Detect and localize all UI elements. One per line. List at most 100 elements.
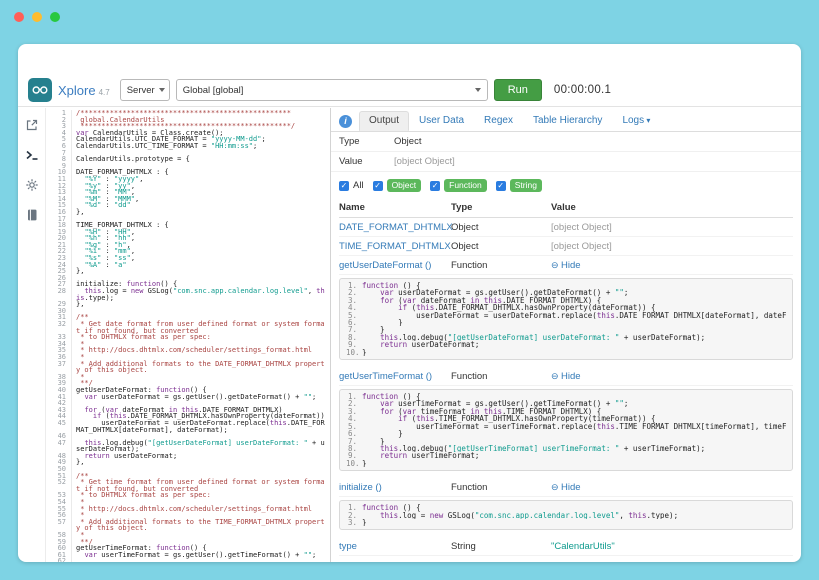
run-button[interactable]: Run — [494, 79, 542, 101]
table-header-row: NameTypeValue — [339, 198, 793, 218]
code-line-text: } — [362, 430, 786, 437]
function-source-block: 1.function () {2. this.log = new GSLog("… — [339, 500, 793, 530]
editor-line-code: this.log = new GSLog("com.snc.app.calend… — [76, 288, 330, 301]
filter-badge: String — [510, 179, 542, 192]
object-name-link[interactable]: getUserTimeFormat () — [339, 371, 432, 382]
tab-output[interactable]: Output — [359, 111, 409, 131]
editor-line-code: CalendarUtils.prototype = { — [76, 156, 330, 163]
side-icon-strip — [18, 108, 46, 562]
code-line: 1.function () { — [346, 282, 786, 289]
editor-line: 45 userDateFormat = userDateFormat.repla… — [46, 420, 330, 433]
editor-line-code: return userDateFormat; — [76, 453, 330, 460]
code-line-text: userDateFormat = userDateFormat.replace(… — [362, 312, 786, 319]
scope-select[interactable]: Global [global] — [176, 79, 488, 101]
object-name-link[interactable]: TIME_FORMAT_DHTMLX — [339, 241, 451, 252]
editor-line: 61 var userTimeFormat = gs.getUser().get… — [46, 552, 330, 559]
code-line: 3.} — [346, 519, 786, 526]
info-icon[interactable]: i — [339, 115, 352, 128]
code-line: 10.} — [346, 460, 786, 467]
editor-line-number: 2 — [46, 117, 72, 124]
filter-object[interactable]: ✓ Object — [373, 179, 422, 192]
checkbox-icon[interactable]: ✓ — [430, 181, 440, 191]
object-name-link[interactable]: type — [339, 541, 357, 552]
gear-icon[interactable] — [25, 178, 39, 192]
editor-line: 41 var userDateFormat = gs.getUser().get… — [46, 394, 330, 401]
function-source-row: 1.function () {2. var userDateFormat = g… — [339, 275, 793, 367]
checkbox-icon[interactable]: ✓ — [373, 181, 383, 191]
editor-line: 33 * to DHTMLX format as per spec: — [46, 334, 330, 341]
column-header-value: Value — [551, 202, 793, 213]
editor-line: 6CalendarUtils.UTC_TIME_FORMAT = "HH:mm:… — [46, 143, 330, 150]
editor-line-number: 47 — [46, 440, 72, 453]
editor-line-code — [76, 466, 330, 473]
terminal-icon[interactable] — [25, 148, 39, 162]
editor-line: 28 this.log = new GSLog("com.snc.app.cal… — [46, 288, 330, 301]
summary-value: [object Object] — [394, 156, 455, 167]
checkbox-icon[interactable]: ✓ — [496, 181, 506, 191]
desktop-background: Xplore 4.7 Server Global [global] Run 00… — [0, 0, 819, 580]
column-header-name: Name — [339, 202, 451, 213]
output-panel: i OutputUser DataRegexTable HierarchyLog… — [331, 108, 801, 562]
main-area: 1/**************************************… — [18, 108, 801, 562]
xplore-logo-icon — [28, 78, 52, 102]
object-name-link[interactable]: DATE_FORMAT_DHTMLX — [339, 222, 453, 233]
code-line: 9. return userDateFormat; — [346, 341, 786, 348]
export-icon[interactable] — [25, 118, 39, 132]
result-type-cell: Function — [451, 260, 551, 271]
result-value-cell: ⊖ Hide — [551, 260, 793, 271]
summary-value: Object — [394, 136, 421, 147]
code-line-text: } — [362, 519, 786, 526]
tab-logs[interactable]: Logs ▾ — [612, 111, 660, 131]
code-line: 2. this.log = new GSLog("com.snc.app.cal… — [346, 512, 786, 519]
zoom-window-button[interactable] — [50, 12, 60, 22]
filter-string[interactable]: ✓ String — [496, 179, 542, 192]
editor-line: 25}, — [46, 268, 330, 275]
editor-line: 8CalendarUtils.prototype = { — [46, 156, 330, 163]
object-name-link[interactable]: initialize () — [339, 482, 382, 493]
filter-function[interactable]: ✓Function — [430, 179, 487, 192]
editor-line-code — [76, 308, 330, 315]
book-icon[interactable] — [25, 208, 39, 222]
code-line: 3. for (var timeFormat in this.TIME_FORM… — [346, 408, 786, 415]
code-line: 8. this.log.debug("[getUserTimeFormat] u… — [346, 445, 786, 452]
editor-line-code: var userDateFormat = gs.getUser().getDat… — [76, 394, 330, 401]
filter-label: All — [353, 180, 364, 191]
hide-code-link[interactable]: ⊖ Hide — [551, 260, 581, 271]
editor-line-number: 1 — [46, 110, 72, 117]
circle-minus-icon: ⊖ — [551, 371, 561, 381]
circle-minus-icon: ⊖ — [551, 482, 561, 492]
code-line-text: } — [362, 326, 786, 333]
filter-badge: Object — [387, 179, 422, 192]
minimize-window-button[interactable] — [32, 12, 42, 22]
result-name-cell: getUserTimeFormat () — [339, 371, 451, 382]
code-line: 9. return userTimeFormat; — [346, 452, 786, 459]
editor-line: 24 "%A" : "a" — [46, 262, 330, 269]
function-source-block: 1.function () {2. var userTimeFormat = g… — [339, 389, 793, 471]
editor-line-code: var userTimeFormat = gs.getUser().getTim… — [76, 552, 330, 559]
result-name-cell: DATE_FORMAT_DHTMLX — [339, 222, 451, 233]
tab-table-hierarchy[interactable]: Table Hierarchy — [523, 111, 612, 131]
filter-all[interactable]: ✓ All — [339, 180, 364, 191]
tab-regex[interactable]: Regex — [474, 111, 523, 131]
editor-line: 35 * http://docs.dhtmlx.com/scheduler/se… — [46, 347, 330, 354]
editor-line: 55 * http://docs.dhtmlx.com/scheduler/se… — [46, 506, 330, 513]
result-type-cell: Function — [451, 482, 551, 493]
result-name-cell: getUserDateFormat () — [339, 260, 451, 271]
close-window-button[interactable] — [14, 12, 24, 22]
code-line-text: this.log.debug("[getUserTimeFormat] user… — [362, 445, 786, 452]
server-select[interactable]: Server — [120, 79, 170, 101]
object-name-link[interactable]: getUserDateFormat () — [339, 260, 431, 271]
result-type-cell: Object — [451, 222, 551, 233]
code-line: 2. var userDateFormat = gs.getUser().get… — [346, 289, 786, 296]
code-line-text: return userTimeFormat; — [362, 452, 786, 459]
checkbox-icon[interactable]: ✓ — [339, 181, 349, 191]
editor-line: 62 — [46, 558, 330, 562]
code-editor[interactable]: 1/**************************************… — [46, 108, 331, 562]
tab-user-data[interactable]: User Data — [409, 111, 474, 131]
scope-select-value: Global [global] — [183, 85, 244, 96]
hide-code-link[interactable]: ⊖ Hide — [551, 482, 581, 493]
editor-line-number: 37 — [46, 361, 72, 374]
editor-line-code: * to DHTMLX format as per spec: — [76, 492, 330, 499]
hide-code-link[interactable]: ⊖ Hide — [551, 371, 581, 382]
code-line-text: if (this.DATE_FORMAT_DHTMLX.hasOwnProper… — [362, 304, 786, 311]
